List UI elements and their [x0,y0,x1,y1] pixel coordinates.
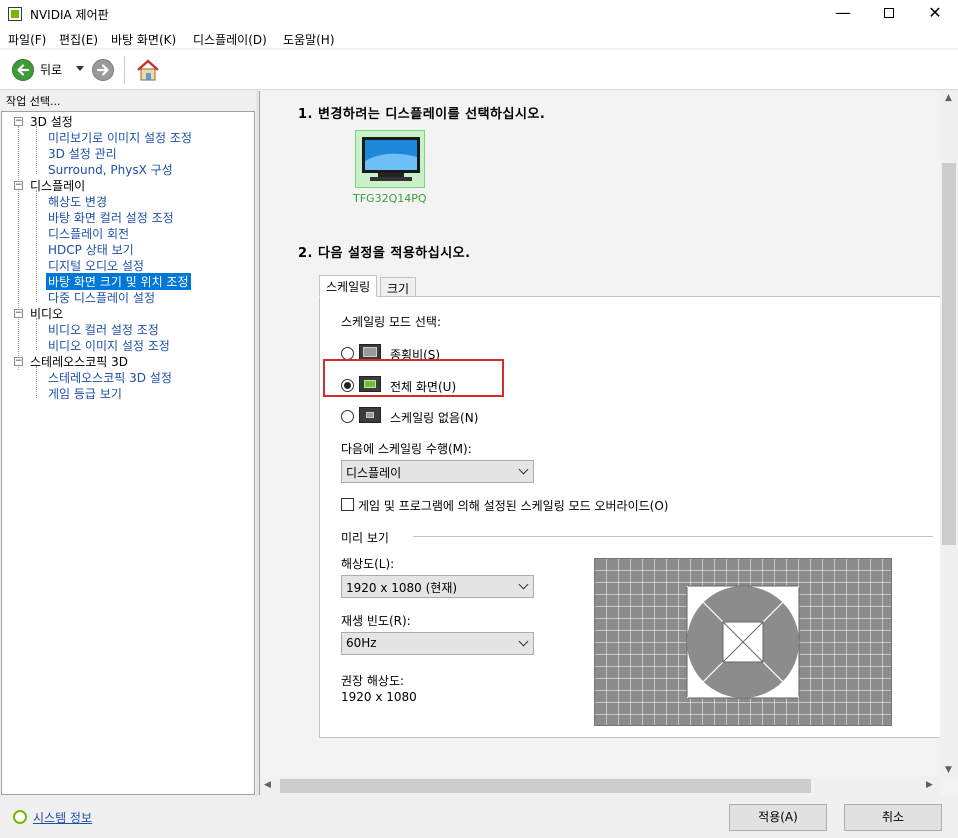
full-screen-highlight [323,359,504,397]
menu-display[interactable]: 디스플레이(D) [193,31,267,48]
title-bar: NVIDIA 제어판 — ✕ [0,0,958,28]
preview-label: 미리 보기 [341,531,389,545]
toolbar: 뒤로 [0,50,958,90]
recommended-resolution-label: 권장 해상도: [341,674,405,688]
minimize-button[interactable]: — [820,0,866,28]
chevron-down-icon [518,636,529,647]
tree-item-video-image[interactable]: 비디오 이미지 설정 조정 [48,337,170,354]
tree-item-surround-physx[interactable]: Surround, PhysX 구성 [48,161,173,178]
resolution-label: 해상도(L): [341,557,395,571]
tree-item-change-resolution[interactable]: 해상도 변경 [48,193,107,210]
no-scaling-icon [359,407,381,423]
toolbar-separator [124,56,125,84]
tree-collapse-toggle[interactable]: − [14,309,23,318]
menu-bar: 파일(F) 편집(E) 바탕 화면(K) 디스플레이(D) 도움말(H) [0,28,958,48]
tree-item-multiple-displays[interactable]: 다중 디스플레이 설정 [48,289,155,306]
horizontal-scrollbar[interactable]: ◀ ▶ [260,777,940,795]
tree-item-game-ratings[interactable]: 게임 등급 보기 [48,385,122,402]
tree-item-video-color[interactable]: 비디오 컬러 설정 조정 [48,321,159,338]
aspect-ratio-icon [359,344,381,360]
menu-file[interactable]: 파일(F) [8,31,46,48]
perform-scaling-on-label: 다음에 스케일링 수행(M): [341,442,472,456]
refresh-rate-select[interactable]: 60Hz [341,632,534,655]
system-info-icon [13,810,27,824]
override-checkbox[interactable] [341,498,354,511]
refresh-rate-value: 60Hz [346,636,377,650]
task-select-header: 작업 선택... [6,95,61,108]
tree-line [36,318,37,350]
back-history-dropdown[interactable] [76,66,84,71]
scroll-up-icon[interactable]: ▲ [945,93,952,103]
tree-category-video[interactable]: 비디오 [30,305,63,322]
content-panel: 1. 변경하려는 디스플레이를 선택하십시오. TFG32Q14PQ 2. 다음… [259,91,958,795]
nvidia-app-icon [8,7,22,21]
no-scaling-label[interactable]: 스케일링 없음(N) [390,409,478,426]
monitor-icon [362,137,420,181]
preview-test-pattern [595,559,891,725]
recommended-resolution-value: 1920 x 1080 [341,690,417,704]
tree-collapse-toggle[interactable]: − [14,117,23,126]
cancel-button[interactable]: 취소 [844,804,942,831]
tree-collapse-toggle[interactable]: − [14,357,23,366]
tree-line [36,190,37,302]
override-label[interactable]: 게임 및 프로그램에 의해 설정된 스케일링 모드 오버라이드(O) [358,497,668,514]
tree-item-manage-3d-settings[interactable]: 3D 설정 관리 [48,145,117,162]
display-selector[interactable] [355,130,425,188]
tree-item-hdcp-status[interactable]: HDCP 상태 보기 [48,241,134,258]
tree-category-display[interactable]: 디스플레이 [30,177,85,194]
vertical-scroll-thumb[interactable] [942,163,956,545]
scroll-right-icon[interactable]: ▶ [926,780,933,790]
menu-edit[interactable]: 편집(E) [59,31,98,48]
menu-help[interactable]: 도움말(H) [283,31,335,48]
scroll-down-icon[interactable]: ▼ [945,765,952,775]
tab-size[interactable]: 크기 [380,277,417,297]
perform-scaling-on-select[interactable]: 디스플레이 [341,460,534,483]
arrow-right-icon [96,64,109,76]
tree-item-stereoscopic-settings[interactable]: 스테레오스코픽 3D 설정 [48,369,172,386]
step2-heading: 2. 다음 설정을 적용하십시오. [298,246,471,261]
tree-item-preview-image-settings[interactable]: 미리보기로 이미지 설정 조정 [48,129,192,146]
tree-category-stereoscopic-3d[interactable]: 스테레오스코픽 3D [30,353,128,370]
maximize-button[interactable] [866,0,912,28]
maximize-icon [884,8,894,18]
refresh-rate-label: 재생 빈도(R): [341,614,411,628]
radio-no-scaling[interactable] [341,410,354,423]
step1-heading: 1. 변경하려는 디스플레이를 선택하십시오. [298,107,546,122]
tab-scaling[interactable]: 스케일링 [319,275,378,297]
task-tree: − 3D 설정 미리보기로 이미지 설정 조정 3D 설정 관리 Surroun… [1,111,255,795]
resolution-select[interactable]: 1920 x 1080 (현재) [341,575,534,598]
chevron-down-icon [518,579,529,590]
resolution-value: 1920 x 1080 (현재) [346,581,458,595]
forward-button[interactable] [92,59,114,81]
tree-item-desktop-size-position[interactable]: 바탕 화면 크기 및 위치 조정 [46,273,191,290]
tree-line [36,366,37,398]
arrow-left-icon [17,64,30,76]
home-icon[interactable] [135,57,161,83]
apply-button[interactable]: 적용(A) [729,804,827,831]
tree-item-rotate-display[interactable]: 디스플레이 회전 [48,225,129,242]
window-title: NVIDIA 제어판 [30,8,109,22]
back-button[interactable] [12,59,34,81]
scaling-preview [594,558,892,726]
monitor-name: TFG32Q14PQ [353,192,427,205]
scroll-left-icon[interactable]: ◀ [264,780,271,790]
menu-desktop[interactable]: 바탕 화면(K) [111,31,176,48]
chevron-down-icon [518,464,529,475]
tree-item-digital-audio[interactable]: 디지털 오디오 설정 [48,257,144,274]
system-info-link[interactable]: 시스템 정보 [33,809,92,826]
perform-scaling-on-value: 디스플레이 [346,466,402,480]
preview-divider [413,536,933,537]
tree-collapse-toggle[interactable]: − [14,181,23,190]
scaling-mode-label: 스케일링 모드 선택: [341,315,441,329]
close-button[interactable]: ✕ [912,0,958,28]
vertical-scrollbar[interactable]: ▲ ▼ [940,91,958,777]
tree-category-3d-settings[interactable]: 3D 설정 [30,113,73,130]
tree-line [18,126,19,370]
tree-item-desktop-color[interactable]: 바탕 화면 컬러 설정 조정 [48,209,174,226]
horizontal-scroll-thumb[interactable] [280,779,811,793]
tree-line [36,126,37,174]
back-label[interactable]: 뒤로 [40,61,62,78]
